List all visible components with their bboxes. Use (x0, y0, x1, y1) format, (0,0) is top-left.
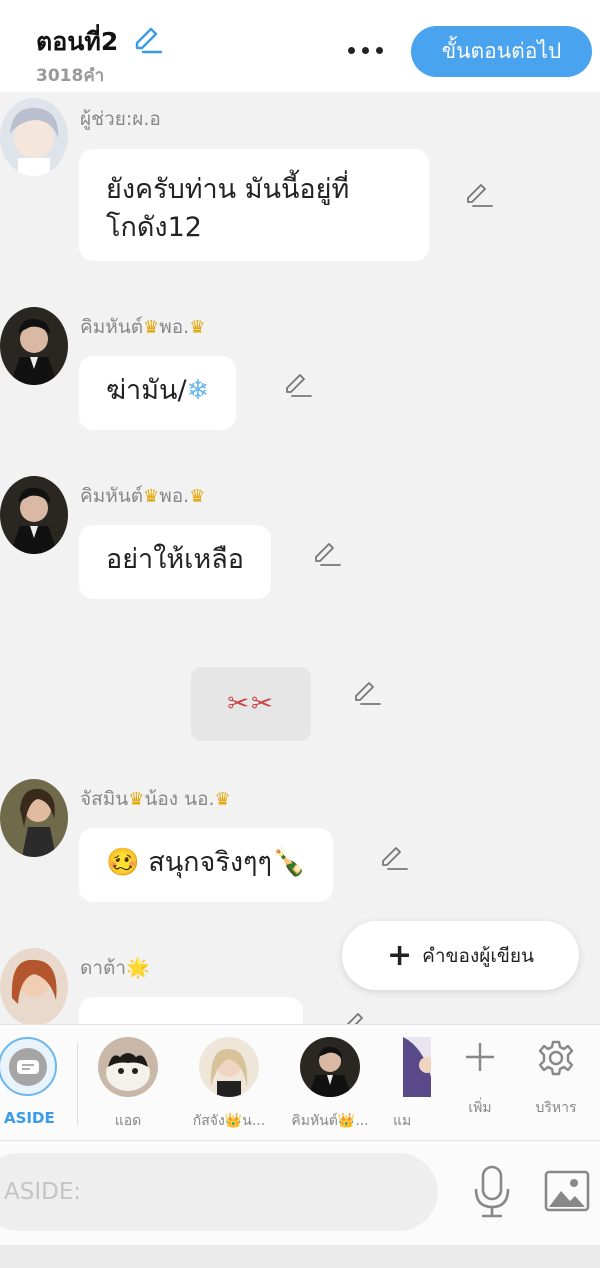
crown-icon: ♛ (128, 789, 145, 810)
avatar[interactable] (0, 779, 68, 857)
character-bar: ASIDE แอด กัสจัง👑น... คิมหันต์👑... แม เพ… (0, 1024, 600, 1141)
crown-icon: ♛ (189, 317, 206, 338)
author-note-label: คำของผู้เขียน (422, 944, 534, 967)
message-bubble[interactable]: ฆ่ามัน/❄ (79, 356, 237, 430)
message-bubble[interactable]: อย่าให้เหลือ (79, 525, 271, 599)
edit-title-pencil-icon[interactable] (131, 24, 163, 56)
manage-button[interactable]: บริหาร (526, 1025, 586, 1142)
word-count: 3018คำ (36, 66, 105, 86)
more-options-icon[interactable] (342, 30, 390, 70)
edit-message-pencil-icon[interactable] (464, 181, 494, 211)
message-input[interactable] (0, 1153, 438, 1231)
character-name: คิมหันต์👑... (291, 1113, 369, 1129)
message-text: โกดัง12 (106, 212, 202, 243)
character-name: แอด (114, 1113, 142, 1129)
plus-icon (466, 1043, 494, 1071)
character-item[interactable]: คิมหันต์👑... (280, 1025, 380, 1142)
character-item[interactable]: กัสจัง👑น... (179, 1025, 279, 1142)
gear-icon (538, 1040, 574, 1076)
sender-name: ดาต้า🌟 (80, 953, 150, 983)
crown-icon: ♛ (143, 317, 160, 338)
sender-name-prefix: คิมหันต์ (80, 316, 144, 338)
message-text: สนุกจริงๆๆ (148, 847, 273, 878)
message-text: ฆ่ามัน/ (106, 375, 187, 406)
image-icon[interactable] (543, 1169, 591, 1213)
character-name: แม (393, 1113, 412, 1129)
aside-label: ASIDE (4, 1109, 55, 1127)
aside-icon (0, 1037, 57, 1096)
star-icon: 🌟 (126, 957, 150, 979)
message-text: อย่าให้เหลือ (106, 544, 244, 575)
sender-name: ผู้ช่วย:ผ.อ (80, 108, 161, 130)
character-avatar (403, 1037, 431, 1097)
message-bubble[interactable]: ยังครับท่าน มันนี้อยู่ที่ โกดัง12 (79, 149, 429, 261)
sender-name: คิมหันต์♛พอ.♛ (80, 481, 205, 511)
sender-rank: พอ. (159, 316, 190, 338)
sender-name-prefix: จัสมิน (80, 788, 129, 810)
sender-name: คิมหันต์♛พอ.♛ (80, 312, 205, 342)
author-note-button[interactable]: + คำของผู้เขียน (342, 921, 579, 990)
edit-message-pencil-icon[interactable] (341, 1010, 371, 1024)
edit-message-pencil-icon[interactable] (283, 371, 313, 401)
sender-name-prefix: คิมหันต์ (80, 485, 144, 507)
woozy-face-icon: 🥴 (106, 847, 140, 878)
crown-icon: ♛ (189, 486, 206, 507)
snowflake-icon: ❄ (186, 375, 210, 406)
character-name: กัสจัง👑น... (192, 1113, 266, 1129)
episode-title: ตอนที่2 (36, 27, 119, 56)
character-avatar (300, 1037, 360, 1097)
avatar[interactable] (0, 98, 68, 176)
avatar[interactable] (0, 948, 68, 1024)
avatar[interactable] (0, 307, 68, 385)
crown-icon: ♛ (143, 486, 160, 507)
edit-message-pencil-icon[interactable] (312, 540, 342, 570)
next-step-button[interactable]: ขั้นตอนต่อไป (411, 26, 592, 77)
mic-icon[interactable] (472, 1165, 512, 1219)
message-text: ยังครับท่าน มันนี้อยู่ที่ (106, 174, 350, 205)
plus-icon: + (387, 938, 413, 973)
composer (0, 1141, 600, 1245)
manage-label: บริหาร (535, 1100, 577, 1116)
avatar[interactable] (0, 476, 68, 554)
bottle-icon: 🍾 (272, 847, 306, 878)
add-label: เพิ่ม (468, 1100, 492, 1116)
sender-rank: น้อง นอ. (144, 788, 215, 810)
bottom-strip (0, 1245, 600, 1268)
edit-message-pencil-icon[interactable] (352, 679, 382, 709)
scissors-icon: ✂✂ (227, 689, 275, 719)
character-item[interactable]: แอด (78, 1025, 178, 1142)
crown-icon: ♛ (214, 789, 231, 810)
scissors-note[interactable]: ✂✂ (191, 667, 311, 741)
chat-area: ผู้ช่วย:ผ.อ ยังครับท่าน มันนี้อยู่ที่ โก… (0, 92, 600, 1024)
sender-rank: พอ. (159, 485, 190, 507)
add-character-button[interactable]: เพิ่ม (450, 1025, 510, 1142)
sender-name: จัสมิน♛น้อง นอ.♛ (80, 784, 231, 814)
header: ตอนที่2 3018คำ ขั้นตอนต่อไป (0, 0, 600, 92)
character-avatar (199, 1037, 259, 1097)
character-avatar (98, 1037, 158, 1097)
message-bubble[interactable]: 🥴 สนุกจริงๆๆ🍾 (79, 828, 333, 902)
message-bubble[interactable] (79, 997, 303, 1024)
edit-message-pencil-icon[interactable] (379, 844, 409, 874)
aside-tab[interactable]: ASIDE (0, 1025, 57, 1142)
character-item[interactable]: แม (381, 1025, 431, 1142)
sender-name-prefix: ดาต้า (80, 957, 127, 979)
